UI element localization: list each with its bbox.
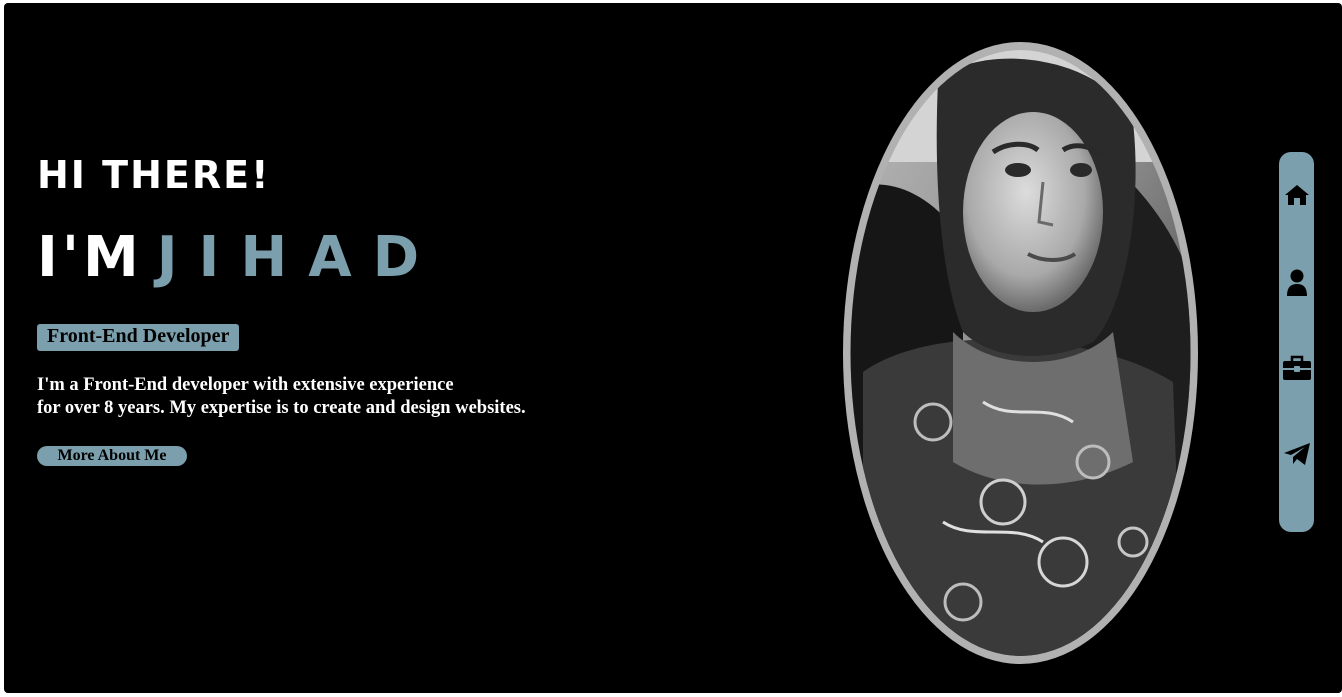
nav-item-contact[interactable] <box>1279 434 1314 474</box>
more-about-me-button[interactable]: More About Me <box>37 446 187 466</box>
greeting-heading: HI THERE! <box>37 153 271 197</box>
nav-item-portfolio[interactable] <box>1279 348 1314 388</box>
user-icon <box>1286 269 1307 296</box>
briefcase-icon <box>1282 355 1311 380</box>
side-navigation <box>1279 152 1314 532</box>
home-icon <box>1284 185 1309 205</box>
profile-photo-image <box>850 50 1191 656</box>
profile-photo <box>843 42 1198 664</box>
paper-plane-icon <box>1283 443 1310 465</box>
intro-prefix: I'M <box>37 225 143 290</box>
nav-item-home[interactable] <box>1279 175 1314 215</box>
nav-item-about[interactable] <box>1279 263 1314 303</box>
hero-section: HI THERE! I'M JIHAD Front-End Developer I… <box>4 3 1342 693</box>
role-badge: Front-End Developer <box>37 324 240 351</box>
bio-line: I'm a Front-End developer with extensive… <box>37 375 454 395</box>
intro-heading: I'M JIHAD <box>37 225 440 290</box>
developer-name: JIHAD <box>156 225 441 290</box>
bio-text: I'm a Front-End developer with extensive… <box>37 374 526 420</box>
bio-line: for over 8 years. My expertise is to cre… <box>37 398 526 418</box>
